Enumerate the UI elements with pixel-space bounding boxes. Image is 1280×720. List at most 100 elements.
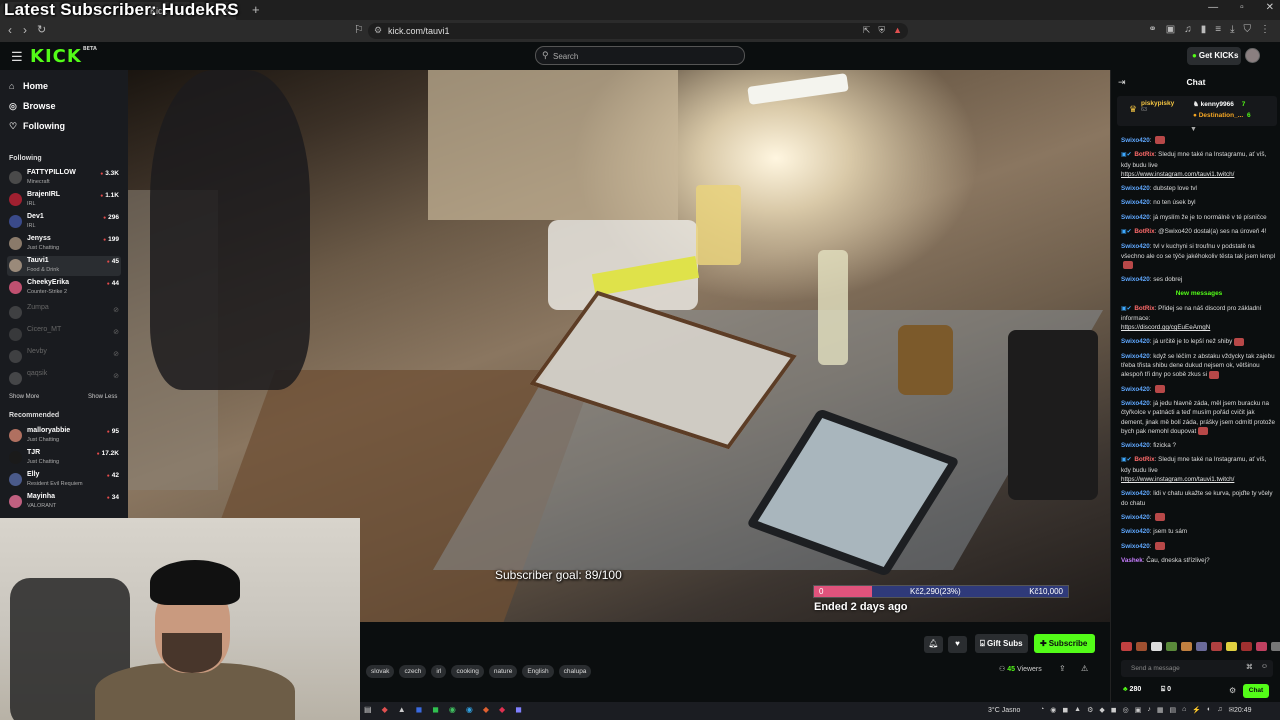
chat-message-input[interactable] (1131, 663, 1241, 674)
chat-username[interactable]: Swixo420 (1121, 338, 1150, 345)
channel-item[interactable]: Mayinha VALORANT 34 (7, 492, 121, 512)
channel-item[interactable]: Tauvi1 Food & Drink 45 (7, 256, 121, 276)
emote-icon[interactable] (1181, 642, 1192, 651)
tray-icon[interactable]: ◆ (1099, 706, 1104, 714)
gift-subs-button[interactable]: ⌺ Gift Subs (975, 634, 1028, 653)
emote-icon[interactable] (1211, 642, 1222, 651)
extension-icon[interactable]: ⚭ (1148, 24, 1156, 35)
nav-browse[interactable]: ◎ Browse (9, 101, 56, 112)
taskbar-app-icon[interactable]: ◉ (466, 705, 473, 714)
leaderboard-entry[interactable]: ● Destination_... 6 (1193, 112, 1251, 119)
rewards-icon[interactable]: ▲ (893, 25, 902, 36)
leaderboard-entry[interactable]: ♞ kenny9966 7 (1193, 100, 1245, 108)
tray-icon[interactable]: ◎ (1123, 706, 1129, 714)
taskbar-app-icon[interactable]: ◼ (515, 705, 522, 714)
tray-icon[interactable]: ◼ (1111, 706, 1117, 714)
chat-username[interactable]: Swixo420 (1121, 442, 1150, 449)
reload-icon[interactable]: ↻ (37, 23, 46, 36)
chat-username[interactable]: Swixo420 (1121, 386, 1150, 393)
follow-heart-button[interactable]: ♥ (948, 636, 967, 653)
tray-icon[interactable]: ◉ (1050, 706, 1056, 714)
channel-item-offline[interactable]: qaqsik ⊘ (7, 369, 121, 389)
taskbar-app-icon[interactable]: ◼ (416, 705, 423, 714)
stream-tag[interactable]: nature (488, 665, 518, 678)
site-info-icon[interactable]: ⚙ (374, 25, 382, 36)
tray-icon[interactable]: ▲ (1074, 706, 1081, 714)
channel-item[interactable]: BrajenIRL IRL 1.1K (7, 190, 121, 210)
subscribe-button[interactable]: ✚ Subscribe (1034, 634, 1095, 653)
close-window-icon[interactable]: ✕ (1266, 2, 1274, 13)
kick-logo[interactable]: KICKBETA (30, 46, 97, 67)
chat-username[interactable]: BotRix (1134, 305, 1154, 312)
maximize-icon[interactable]: ▫ (1240, 2, 1244, 13)
chat-username[interactable]: Swixo420 (1121, 490, 1150, 497)
channel-item[interactable]: malloryabbie Just Chatting 95 (7, 426, 121, 446)
get-kicks-button[interactable]: ● Get KICKs (1187, 47, 1241, 65)
tray-icon[interactable]: ♫ (1217, 706, 1222, 714)
tray-icon[interactable]: ◐ (1207, 706, 1211, 714)
chat-link[interactable]: https://discord.gg/cgEuEeAmgN (1121, 324, 1210, 331)
chat-username[interactable]: BotRix (1134, 228, 1154, 235)
chat-username[interactable]: Swixo420 (1121, 243, 1150, 250)
taskbar-app-icon[interactable]: ▤ (364, 705, 372, 714)
stream-tag[interactable]: chalupa (558, 665, 592, 678)
send-chat-button[interactable]: Chat (1243, 684, 1269, 698)
nav-following[interactable]: ♡ Following (9, 121, 65, 132)
sub-count[interactable]: ⌺ 0 (1161, 686, 1171, 694)
notification-bell-button[interactable]: 🔔︎ (924, 636, 943, 653)
show-more-button[interactable]: Show More (9, 394, 39, 400)
show-less-button[interactable]: Show Less (88, 394, 117, 400)
chat-username[interactable]: Swixo420 (1121, 528, 1150, 535)
command-icon[interactable]: ⌘ (1246, 663, 1253, 671)
bookmark-icon[interactable]: ⚐ (354, 23, 364, 36)
user-avatar[interactable] (1245, 48, 1260, 63)
taskbar-app-icon[interactable]: ▲ (398, 705, 406, 714)
emote-icon[interactable] (1121, 642, 1132, 651)
channel-item[interactable]: Elly Resident Evil Requiem 42 (7, 470, 121, 490)
chat-username[interactable]: BotRix (1134, 456, 1154, 463)
pinned-expand-icon[interactable]: ▼ (1190, 126, 1197, 133)
tray-icon[interactable]: ⚙ (1087, 706, 1093, 714)
stream-tag[interactable]: czech (399, 665, 427, 678)
emote-icon[interactable] (1256, 642, 1267, 651)
chat-settings-icon[interactable]: ⚙ (1229, 686, 1236, 695)
search-box[interactable]: ⚲ (535, 46, 745, 65)
tray-icon[interactable]: ◔ (1040, 706, 1044, 714)
chat-username[interactable]: Swixo420 (1121, 214, 1150, 221)
minimize-icon[interactable]: — (1208, 2, 1218, 13)
taskbar-app-icon[interactable]: ◼ (432, 705, 439, 714)
chat-username[interactable]: Vashek (1121, 557, 1143, 564)
channel-item-offline[interactable]: Cicero_MT ⊘ (7, 325, 121, 345)
chat-username[interactable]: Swixo420 (1121, 543, 1150, 550)
tray-icon[interactable]: ♪ (1147, 706, 1151, 714)
channel-points[interactable]: ♣ 280 (1123, 686, 1141, 693)
taskbar-app-icon[interactable]: ◆ (499, 705, 505, 714)
share-icon[interactable]: ⇪ (1059, 664, 1066, 673)
chat-username[interactable]: Swixo420 (1121, 137, 1150, 144)
channel-item[interactable]: Dev1 IRL 296 (7, 212, 121, 232)
tray-icon[interactable]: ▦ (1157, 706, 1164, 714)
tray-icon[interactable]: ⌂ (1182, 706, 1186, 714)
tray-icon[interactable]: ⚡ (1192, 706, 1201, 714)
vpn-icon[interactable]: ⛉ (1244, 24, 1252, 35)
channel-item[interactable]: FATTYPILLOW Minecraft 3.3K (7, 168, 121, 188)
stream-tag[interactable]: cooking (451, 665, 484, 678)
channel-item-offline[interactable]: Zumpa ⊘ (7, 303, 121, 323)
chat-username[interactable]: Swixo420 (1121, 276, 1150, 283)
share-page-icon[interactable]: ⇱ (863, 25, 871, 36)
chat-input-box[interactable]: ⌘ ☺ (1121, 660, 1273, 677)
channel-item[interactable]: TJR Just Chatting 17.2K (7, 448, 121, 468)
nav-home[interactable]: ⌂ Home (9, 81, 48, 91)
channel-item[interactable]: CheekyErika Counter-Strike 2 44 (7, 278, 121, 298)
emote-icon[interactable] (1151, 642, 1162, 651)
chat-username[interactable]: Swixo420 (1121, 353, 1150, 360)
url-field[interactable]: ⚙ kick.com/tauvi1 ⇱ ⛨ ▲ (368, 23, 908, 39)
emote-icon[interactable] (1226, 642, 1237, 651)
emote-icon[interactable] (1166, 642, 1177, 651)
stream-tag[interactable]: English (522, 665, 554, 678)
media-icon[interactable]: ♫ (1184, 24, 1192, 35)
stream-tag[interactable]: slovak (366, 665, 395, 678)
chat-link[interactable]: https://www.instagram.com/tauvi1.twitch/ (1121, 171, 1234, 178)
emote-icon[interactable] (1241, 642, 1252, 651)
channel-item-offline[interactable]: Nevby ⊘ (7, 347, 121, 367)
